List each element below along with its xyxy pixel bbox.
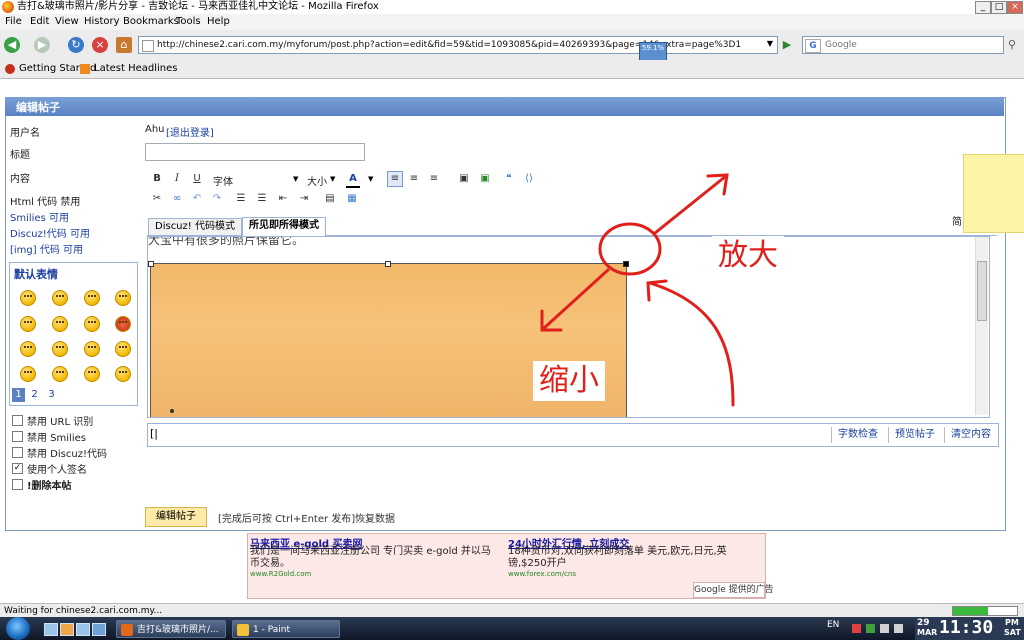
task-paint-label: 1 - Paint — [253, 625, 290, 635]
paint-icon — [237, 624, 249, 636]
status-text: Waiting for chinese2.cari.com.my... — [4, 606, 163, 616]
firefox-icon — [121, 624, 133, 636]
quicklaunch-icon[interactable] — [76, 623, 90, 636]
sticky-note[interactable] — [963, 154, 1024, 233]
network-icon[interactable] — [894, 624, 903, 633]
tray-icon[interactable] — [852, 624, 861, 633]
clock-weekday: SAT — [1004, 628, 1021, 637]
task-firefox[interactable]: 吉打&玻璃市照片/... — [116, 620, 226, 638]
shrink-arrow — [541, 268, 610, 331]
show-desktop-icon[interactable] — [44, 623, 58, 636]
tray-icon[interactable] — [866, 624, 875, 633]
ad-left-body: 我们是一间马来西亚注册公司 专门买卖 e-gold 并以马币交易。 — [250, 546, 491, 569]
volume-icon[interactable] — [880, 624, 889, 633]
clock-time: 11:30 — [939, 617, 994, 638]
ad-badge[interactable]: Google 提供的广告 — [693, 582, 774, 598]
ad-banner: 马来西亚 e-gold 买卖网 我们是一间马来西亚注册公司 专门买卖 e-gol… — [247, 533, 766, 599]
ad-right-body: 18种货币对,双向获利即刻落单 美元,欧元,日元,英镑,$250开户 — [508, 546, 727, 569]
task-paint[interactable]: 1 - Paint — [232, 620, 340, 638]
highlight-circle — [598, 222, 662, 276]
annotation-enlarge: 放大 — [712, 236, 784, 276]
taskbar-clock[interactable]: 29 MAR 11:30 PM SAT — [915, 617, 1024, 640]
load-progress-bar — [952, 606, 1018, 616]
enlarge-arrow — [653, 174, 728, 235]
submit-edit-button[interactable]: 编辑帖子 — [145, 507, 207, 527]
language-indicator[interactable]: EN — [827, 620, 839, 630]
task-firefox-label: 吉打&玻璃市照片/... — [137, 625, 219, 635]
ad-right-url[interactable]: www.forex.com/cns — [508, 570, 576, 578]
annotation-shrink: 缩小 — [533, 361, 605, 401]
quicklaunch-icon[interactable] — [92, 623, 106, 636]
load-progress-fill — [953, 607, 989, 615]
submit-hint: [完成后可按 Ctrl+Enter 发布] — [218, 514, 356, 525]
clock-ampm: PM — [1005, 618, 1019, 627]
curved-arrow — [648, 281, 735, 407]
clock-month: MAR — [917, 628, 938, 637]
restore-data-link[interactable]: 恢复数据 — [355, 510, 395, 525]
start-button[interactable] — [6, 617, 30, 640]
status-bar: Waiting for chinese2.cari.com.my... — [0, 603, 1024, 618]
clock-day: 29 — [917, 618, 930, 628]
quicklaunch-icon[interactable] — [60, 623, 74, 636]
ad-left-url[interactable]: www.R2Gold.com — [250, 570, 311, 578]
